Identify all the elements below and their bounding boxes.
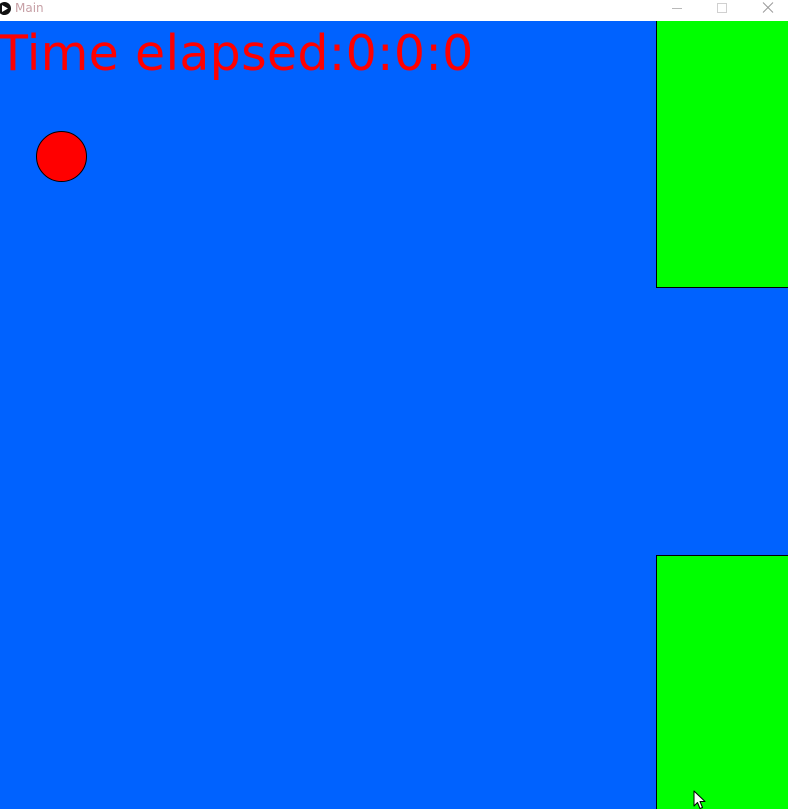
minimize-button[interactable] [662,0,692,18]
mouse-cursor-icon [693,790,706,809]
app-icon [0,2,11,15]
maximize-icon [717,3,727,13]
close-button[interactable] [753,0,783,18]
timer-text: Time elapsed:0:0:0 [0,25,474,82]
maximize-button[interactable] [707,0,737,18]
window-title: Main [15,1,44,15]
pipe-bottom [656,555,788,809]
game-canvas[interactable]: Time elapsed:0:0:0 [0,21,788,809]
title-bar[interactable]: Main [0,0,788,21]
player-ball [36,131,87,182]
minimize-icon [672,8,682,9]
close-icon [762,2,774,13]
app-window: Main Time elapsed:0:0:0 [0,0,788,809]
pipe-top [656,21,788,288]
